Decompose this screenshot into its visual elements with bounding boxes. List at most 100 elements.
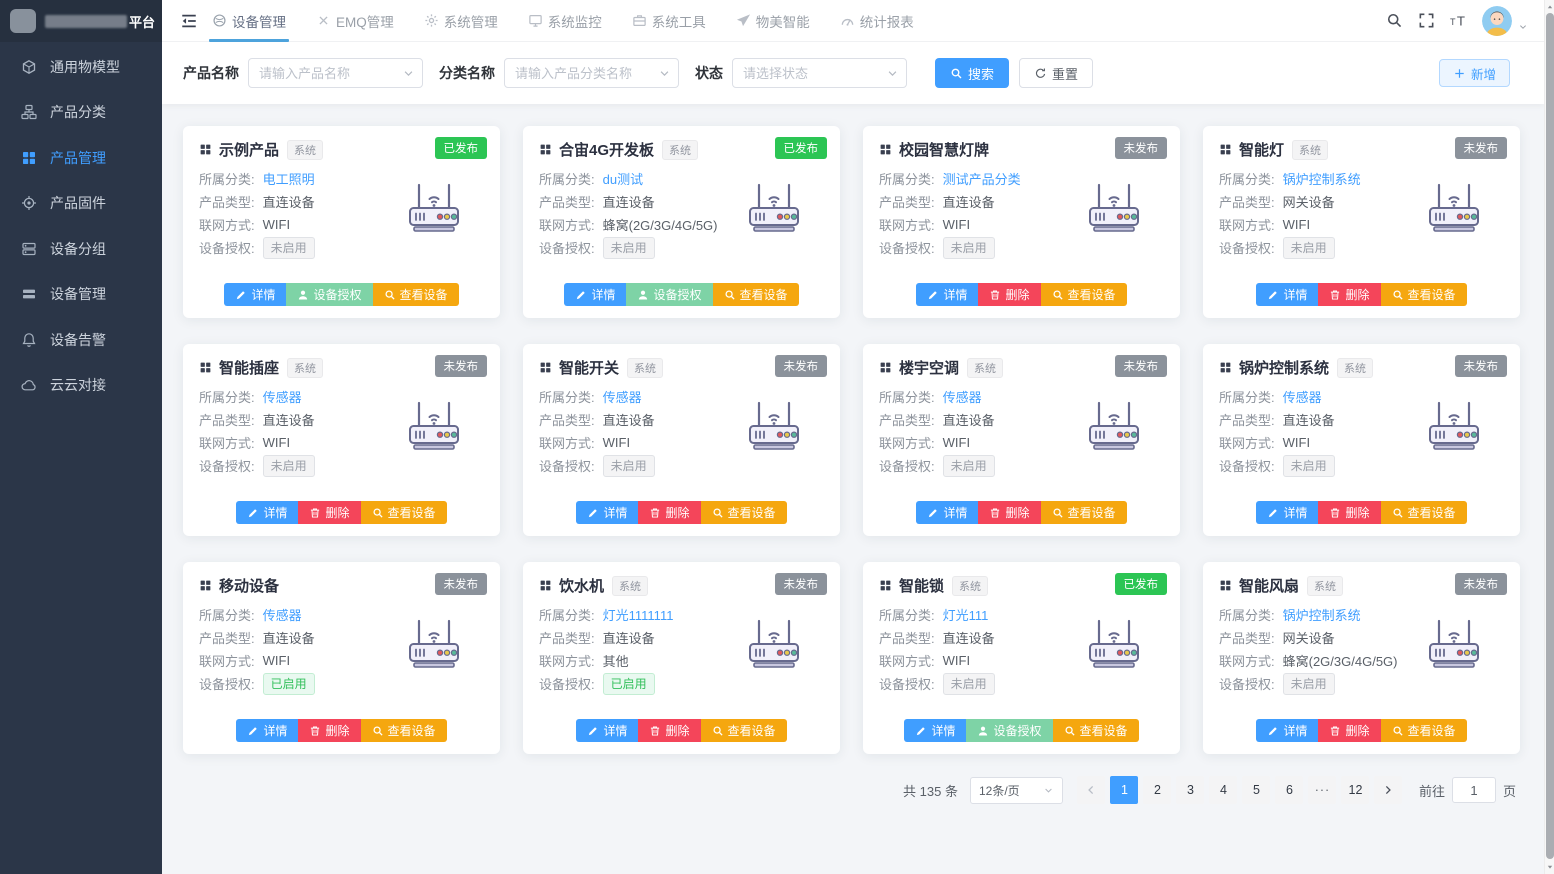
page-button-4[interactable]: 4: [1209, 776, 1237, 804]
filter-input[interactable]: [248, 58, 423, 88]
next-page-button[interactable]: [1374, 776, 1402, 804]
page-button-3[interactable]: 3: [1176, 776, 1204, 804]
nav-tab-3[interactable]: 系统管理: [424, 0, 498, 42]
sidebar-item-4[interactable]: 产品固件: [0, 181, 162, 227]
search-button[interactable]: 搜索: [935, 58, 1009, 88]
category-link[interactable]: 锅炉控制系统: [1283, 169, 1361, 188]
card-grid-icon: [1219, 579, 1232, 592]
auth-button[interactable]: 设备授权: [286, 283, 372, 306]
detail-button[interactable]: 详情: [916, 501, 978, 524]
delete-button[interactable]: 删除: [638, 719, 700, 742]
category-link[interactable]: 灯光111: [943, 605, 989, 624]
auth-button[interactable]: 设备授权: [966, 719, 1052, 742]
delete-button[interactable]: 删除: [1318, 283, 1380, 306]
category-link[interactable]: 传感器: [263, 387, 302, 406]
delete-button[interactable]: 删除: [1318, 719, 1380, 742]
category-link[interactable]: 传感器: [263, 605, 302, 624]
detail-button[interactable]: 详情: [224, 283, 286, 306]
main-area: 设备管理 EMQ管理 系统管理 系统监控 系统工具 物美智能 统计报表 TT 产…: [162, 0, 1544, 874]
nav-tab-1[interactable]: 设备管理: [212, 0, 286, 42]
page-button-2[interactable]: 2: [1143, 776, 1171, 804]
delete-button[interactable]: 删除: [638, 501, 700, 524]
nav-tab-4[interactable]: 系统监控: [528, 0, 602, 42]
view-button[interactable]: 查看设备: [1381, 719, 1467, 742]
delete-button[interactable]: 删除: [978, 283, 1040, 306]
detail-button[interactable]: 详情: [236, 719, 298, 742]
network-value: 蜂窝(2G/3G/4G/5G): [603, 215, 718, 234]
detail-button[interactable]: 详情: [576, 719, 638, 742]
detail-button[interactable]: 详情: [236, 501, 298, 524]
category-link[interactable]: 传感器: [943, 387, 982, 406]
delete-button[interactable]: 删除: [1318, 501, 1380, 524]
auth-button[interactable]: 设备授权: [626, 283, 712, 306]
view-button[interactable]: 查看设备: [1041, 283, 1127, 306]
scroll-up-icon[interactable]: [1545, 1, 1554, 13]
detail-button[interactable]: 详情: [1256, 283, 1318, 306]
page-button-6[interactable]: 6: [1275, 776, 1303, 804]
detail-button[interactable]: 详情: [1256, 719, 1318, 742]
delete-button[interactable]: 删除: [298, 501, 360, 524]
chevron-down-icon[interactable]: [1518, 22, 1528, 32]
prev-page-button[interactable]: [1077, 776, 1105, 804]
view-button[interactable]: 查看设备: [713, 283, 799, 306]
sidebar-item-7[interactable]: 设备告警: [0, 317, 162, 363]
delete-button[interactable]: 删除: [978, 501, 1040, 524]
view-button[interactable]: 查看设备: [701, 719, 787, 742]
fontsize-icon[interactable]: TT: [1450, 12, 1467, 29]
auth-badge: 未启用: [603, 455, 655, 477]
scrollbar-thumb[interactable]: [1546, 13, 1554, 859]
sidebar-item-3[interactable]: 产品管理: [0, 135, 162, 181]
detail-button[interactable]: 详情: [564, 283, 626, 306]
page-button-12[interactable]: 12: [1341, 776, 1369, 804]
nav-tab-7[interactable]: 统计报表: [840, 0, 914, 42]
goto-page-input[interactable]: [1452, 777, 1496, 803]
delete-button[interactable]: 删除: [298, 719, 360, 742]
avatar[interactable]: [1482, 6, 1512, 36]
view-button[interactable]: 查看设备: [701, 501, 787, 524]
sidebar-item-1[interactable]: 通用物模型: [0, 44, 162, 90]
reset-button[interactable]: 重置: [1019, 58, 1093, 88]
detail-button[interactable]: 详情: [904, 719, 966, 742]
card-actions: 详情 删除 查看设备: [523, 501, 840, 524]
nav-tab-6[interactable]: 物美智能: [736, 0, 810, 42]
sidebar-item-6[interactable]: 设备管理: [0, 272, 162, 318]
scroll-down-icon[interactable]: [1545, 861, 1554, 873]
view-button[interactable]: 查看设备: [361, 719, 447, 742]
detail-button[interactable]: 详情: [916, 283, 978, 306]
category-link[interactable]: 传感器: [603, 387, 642, 406]
page-button-5[interactable]: 5: [1242, 776, 1270, 804]
view-button[interactable]: 查看设备: [1053, 719, 1139, 742]
fullscreen-icon[interactable]: [1418, 12, 1435, 29]
collapse-sidebar-icon[interactable]: [180, 12, 198, 30]
nav-tab-2[interactable]: EMQ管理: [316, 0, 394, 42]
system-tag: 系统: [287, 140, 323, 160]
view-button[interactable]: 查看设备: [1041, 501, 1127, 524]
search-icon[interactable]: [1386, 12, 1403, 29]
product-type-value: 直连设备: [603, 628, 655, 647]
refresh-icon: [1034, 67, 1047, 80]
category-link[interactable]: du测试: [603, 169, 643, 188]
sidebar-item-5[interactable]: 设备分组: [0, 226, 162, 272]
detail-button[interactable]: 详情: [576, 501, 638, 524]
category-link[interactable]: 测试产品分类: [943, 169, 1021, 188]
nav-tab-5[interactable]: 系统工具: [632, 0, 706, 42]
status-select[interactable]: [732, 58, 907, 88]
filter-input[interactable]: [504, 58, 679, 88]
view-button[interactable]: 查看设备: [1381, 283, 1467, 306]
page-size-select[interactable]: 12条/页: [970, 777, 1063, 804]
view-button[interactable]: 查看设备: [1381, 501, 1467, 524]
page-more-button[interactable]: ···: [1308, 776, 1336, 804]
sidebar-item-2[interactable]: 产品分类: [0, 90, 162, 136]
detail-button[interactable]: 详情: [1256, 501, 1318, 524]
category-link[interactable]: 灯光1111111: [603, 605, 674, 624]
sidebar-item-8[interactable]: 云云对接: [0, 363, 162, 409]
scrollbar[interactable]: [1544, 0, 1554, 874]
add-button[interactable]: 新增: [1439, 59, 1510, 87]
category-link[interactable]: 锅炉控制系统: [1283, 605, 1361, 624]
page-button-1[interactable]: 1: [1110, 776, 1138, 804]
category-link[interactable]: 传感器: [1283, 387, 1322, 406]
device-icon: [212, 13, 227, 28]
view-button[interactable]: 查看设备: [361, 501, 447, 524]
category-link[interactable]: 电工照明: [263, 169, 315, 188]
view-button[interactable]: 查看设备: [373, 283, 459, 306]
